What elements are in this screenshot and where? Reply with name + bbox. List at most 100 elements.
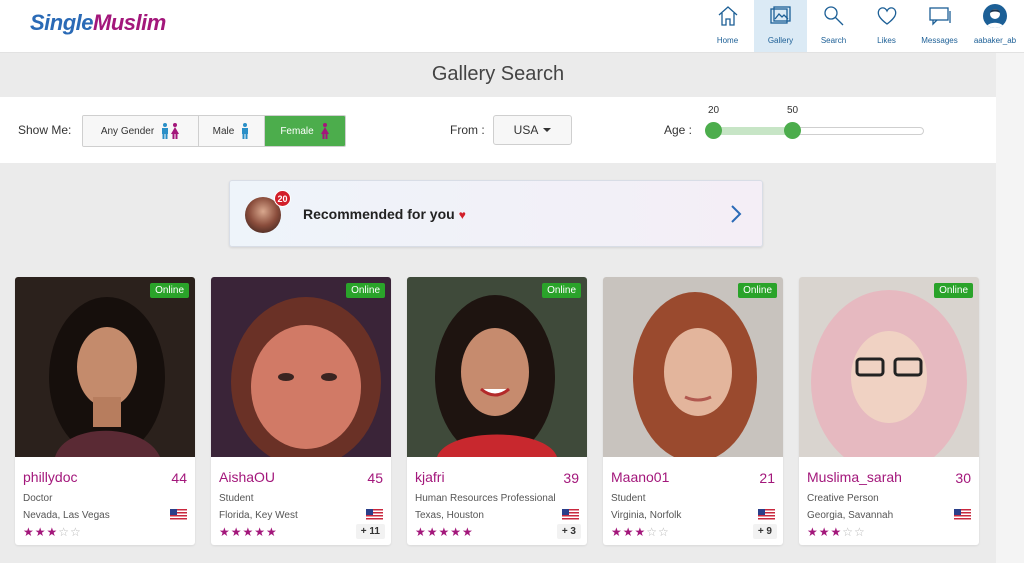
female-icon xyxy=(320,123,330,139)
profile-card[interactable]: Online phillydoc 44 Doctor Nevada, Las V… xyxy=(15,277,195,545)
profile-photo[interactable] xyxy=(211,277,391,457)
heart-icon xyxy=(877,7,896,25)
more-photos-count[interactable]: + 11 xyxy=(355,524,385,539)
search-icon xyxy=(823,6,843,26)
gender-selector: Any Gender Male Female xyxy=(82,115,346,147)
rating-stars: ★★★☆☆ xyxy=(807,525,866,539)
age-label: Age : xyxy=(664,123,693,137)
nav-gallery-label: Gallery xyxy=(767,36,794,45)
age-min-handle[interactable] xyxy=(705,122,722,139)
country-dropdown[interactable]: USA xyxy=(493,115,572,145)
filter-bar: Show Me: Any Gender Male Female From: U… xyxy=(0,97,996,163)
logo-text-muslim: Muslim xyxy=(93,10,166,35)
profile-photo[interactable] xyxy=(603,277,783,457)
logo-text-single: Single xyxy=(30,10,94,35)
country-value: USA xyxy=(513,123,539,137)
recommended-count-badge: 20 xyxy=(274,190,291,207)
show-me-label: Show Me: xyxy=(18,123,72,137)
profile-age: 39 xyxy=(563,470,579,486)
profile-age: 30 xyxy=(955,470,971,486)
rating-stars: ★★★☆☆ xyxy=(23,525,82,539)
nav-gallery[interactable]: Gallery xyxy=(754,0,807,52)
profile-card[interactable]: Online + 11 AishaOU 45 Student Florida, … xyxy=(211,277,391,545)
us-flag-icon xyxy=(170,509,187,520)
nav-profile[interactable]: aabaker_ab xyxy=(966,0,1024,52)
profile-username[interactable]: phillydoc xyxy=(23,469,77,485)
gallery-page: Gallery Search Show Me: Any Gender Male … xyxy=(0,53,996,563)
top-navigation-bar: SingleMuslim Home Gallery Search Likes M… xyxy=(0,0,1024,53)
recommended-text: Recommended for you ♥ xyxy=(303,206,466,222)
more-photos-count[interactable]: + 3 xyxy=(556,524,581,539)
us-flag-icon xyxy=(954,509,971,520)
gender-female-button[interactable]: Female xyxy=(265,116,345,146)
site-logo[interactable]: SingleMuslim xyxy=(30,10,166,36)
profile-card[interactable]: Online Muslima_sarah 30 Creative Person … xyxy=(799,277,979,545)
profile-photo[interactable] xyxy=(799,277,979,457)
gender-male-label: Male xyxy=(212,125,235,137)
nav-likes[interactable]: Likes xyxy=(860,0,913,52)
profile-username[interactable]: kjafri xyxy=(415,469,445,485)
online-badge: Online xyxy=(934,283,973,298)
scrollbar-gutter[interactable] xyxy=(996,53,1024,563)
profile-location: Nevada, Las Vegas xyxy=(23,510,110,521)
male-female-icon xyxy=(160,123,180,139)
nav-messages-label: Messages xyxy=(921,36,958,45)
gallery-icon xyxy=(769,6,791,24)
rating-stars: ★★★★★ xyxy=(415,525,474,539)
rating-stars: ★★★★★ xyxy=(219,525,278,539)
profile-occupation: Student xyxy=(219,493,254,504)
profile-username[interactable]: Muslima_sarah xyxy=(807,469,902,485)
profile-photo[interactable] xyxy=(15,277,195,457)
nav-messages[interactable]: Messages xyxy=(913,0,966,52)
gender-any-button[interactable]: Any Gender xyxy=(83,116,199,146)
profile-occupation: Creative Person xyxy=(807,493,879,504)
nav-search-label: Search xyxy=(820,36,847,45)
online-badge: Online xyxy=(150,283,189,298)
online-badge: Online xyxy=(542,283,581,298)
nav-search[interactable]: Search xyxy=(807,0,860,52)
profile-location: Virginia, Norfolk xyxy=(611,510,682,521)
profile-username[interactable]: Maano01 xyxy=(611,469,669,485)
profile-occupation: Student xyxy=(611,493,646,504)
profile-card[interactable]: Online + 3 kjafri 39 Human Resources Pro… xyxy=(407,277,587,545)
age-max-handle[interactable] xyxy=(784,122,801,139)
chevron-right-icon[interactable] xyxy=(730,201,742,227)
main-nav: Home Gallery Search Likes Messages aabak… xyxy=(701,0,1024,52)
user-avatar-icon xyxy=(983,4,1007,28)
online-badge: Online xyxy=(738,283,777,298)
age-slider-range xyxy=(713,127,793,135)
us-flag-icon xyxy=(562,509,579,520)
profile-occupation: Human Resources Professional xyxy=(415,493,556,504)
nav-home-label: Home xyxy=(716,36,739,45)
from-label: From : xyxy=(450,123,485,137)
nav-profile-label: aabaker_ab xyxy=(973,36,1017,45)
nav-home[interactable]: Home xyxy=(701,0,754,52)
page-title: Gallery Search xyxy=(431,63,565,85)
online-badge: Online xyxy=(346,283,385,298)
messages-icon xyxy=(928,7,951,26)
profile-location: Georgia, Savannah xyxy=(807,510,894,521)
age-max-value: 50 xyxy=(787,105,799,116)
profile-username[interactable]: AishaOU xyxy=(219,469,275,485)
heart-icon: ♥ xyxy=(458,208,466,222)
profile-card[interactable]: Online + 9 Maano01 21 Student Virginia, … xyxy=(603,277,783,545)
profile-age: 21 xyxy=(759,470,775,486)
profile-photo[interactable] xyxy=(407,277,587,457)
us-flag-icon xyxy=(366,509,383,520)
gender-male-button[interactable]: Male xyxy=(199,116,265,146)
gender-any-label: Any Gender xyxy=(100,125,155,137)
caret-down-icon xyxy=(543,128,552,132)
male-icon xyxy=(240,123,250,139)
us-flag-icon xyxy=(758,509,775,520)
profile-age: 44 xyxy=(171,470,187,486)
more-photos-count[interactable]: + 9 xyxy=(752,524,777,539)
profile-location: Texas, Houston xyxy=(415,510,484,521)
nav-likes-label: Likes xyxy=(877,36,896,45)
profile-occupation: Doctor xyxy=(23,493,53,504)
profile-location: Florida, Key West xyxy=(219,510,298,521)
gender-female-label: Female xyxy=(280,125,314,137)
recommended-label: Recommended for you xyxy=(303,206,455,222)
recommended-banner[interactable]: 20 Recommended for you ♥ xyxy=(229,180,763,247)
profile-age: 45 xyxy=(367,470,383,486)
home-icon xyxy=(718,6,737,26)
